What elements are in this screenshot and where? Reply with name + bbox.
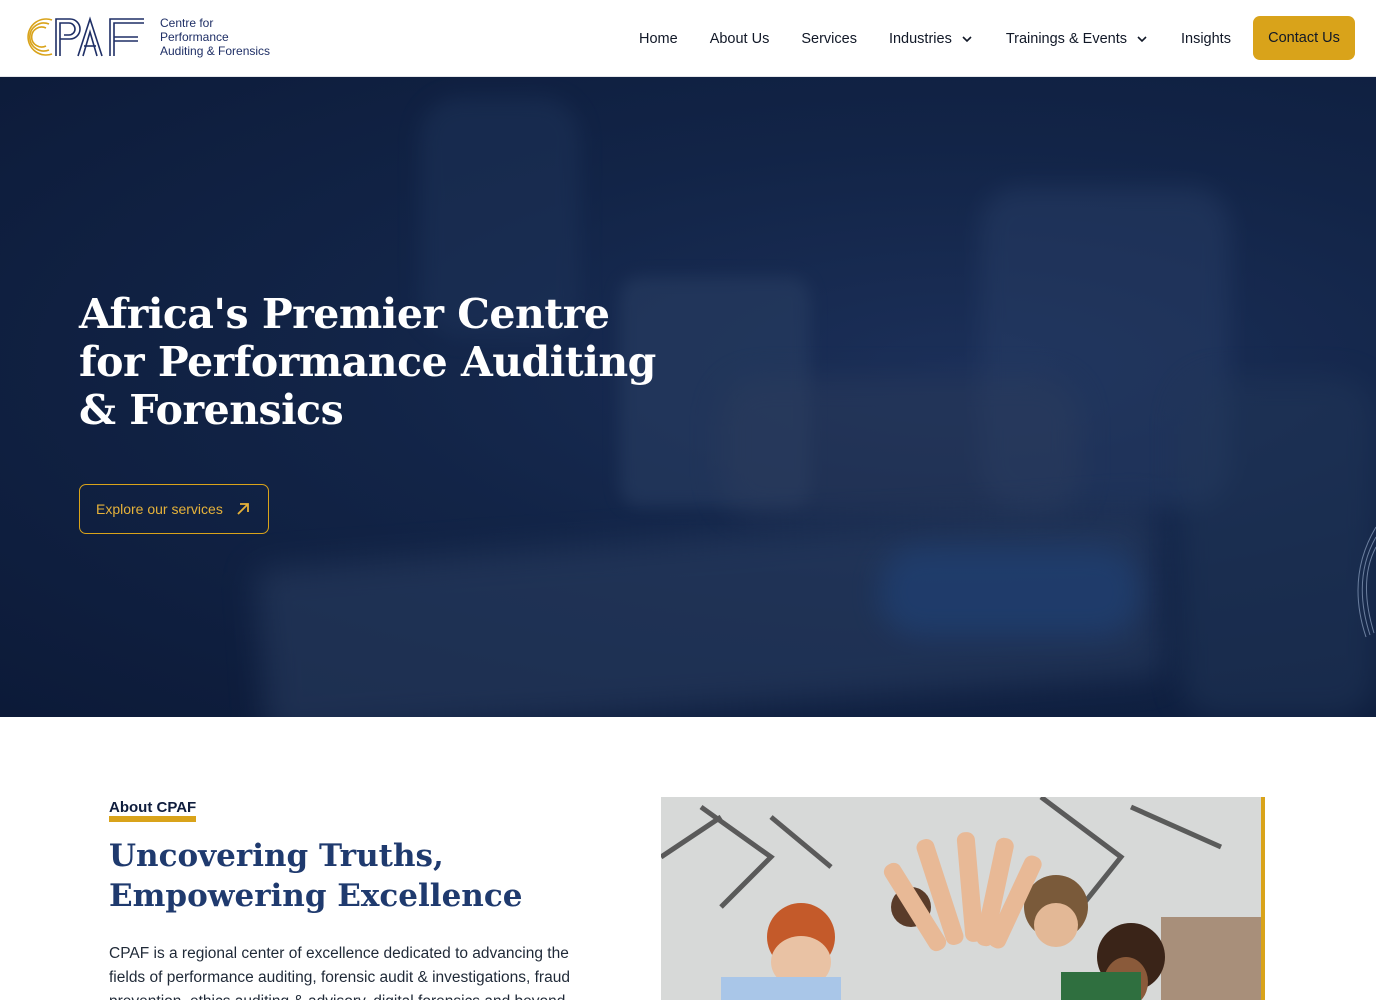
- nav-item-industries[interactable]: Industries: [889, 31, 974, 47]
- brand-logo[interactable]: Centre for Performance Auditing & Forens…: [18, 14, 270, 60]
- nav-item-label: Industries: [888, 30, 952, 47]
- nav-item-about-us[interactable]: About Us: [710, 31, 770, 47]
- nav-item-label: Home: [639, 30, 678, 47]
- chevron-down-icon: [1137, 35, 1147, 42]
- hero-bg-shape: [880, 547, 1140, 637]
- hero-section: Africa's Premier Centre for Performance …: [0, 77, 1376, 717]
- nav-item-trainings-events[interactable]: Trainings & Events: [1006, 31, 1149, 47]
- about-description: CPAF is a regional center of excellence …: [109, 945, 570, 1000]
- nav-item-label: Insights: [1180, 30, 1231, 47]
- nav-item-services[interactable]: Services: [801, 31, 857, 47]
- chevron-down-icon: [962, 35, 972, 42]
- brand-name: Centre for Performance Auditing & Forens…: [160, 16, 270, 58]
- site-header: Centre for Performance Auditing & Forens…: [0, 0, 1376, 77]
- brand-name-line1: Centre for: [160, 16, 214, 30]
- hero-title: Africa's Premier Centre for Performance …: [79, 290, 656, 434]
- hero-bg-shape: [720, 377, 1080, 517]
- explore-services-button[interactable]: Explore our services: [79, 484, 269, 534]
- nav-item-home[interactable]: Home: [639, 31, 678, 47]
- nav-item-label: Trainings & Events: [1005, 30, 1127, 47]
- nav-item-label: Services: [801, 30, 857, 47]
- about-eyebrow: About CPAF: [109, 800, 197, 822]
- nav-item-insights[interactable]: Insights: [1181, 31, 1231, 47]
- nav-item-label: About Us: [709, 30, 770, 47]
- brand-name-line3: Auditing & Forensics: [160, 44, 271, 58]
- about-title: Uncovering Truths, Empowering Excellence: [109, 838, 523, 914]
- main-nav: Home About Us Services Industries Traini…: [639, 0, 1231, 77]
- brand-name-line2: Performance: [160, 30, 229, 44]
- arrow-up-right-icon: [237, 503, 249, 515]
- team-high-five-photo: [661, 797, 1261, 1000]
- cpaf-logo-mark: [27, 16, 144, 57]
- contact-us-button[interactable]: Contact Us: [1253, 16, 1355, 60]
- decorative-lines-icon: [1357, 526, 1376, 638]
- accent-bar: [1261, 797, 1265, 1000]
- explore-services-label: Explore our services: [96, 501, 223, 517]
